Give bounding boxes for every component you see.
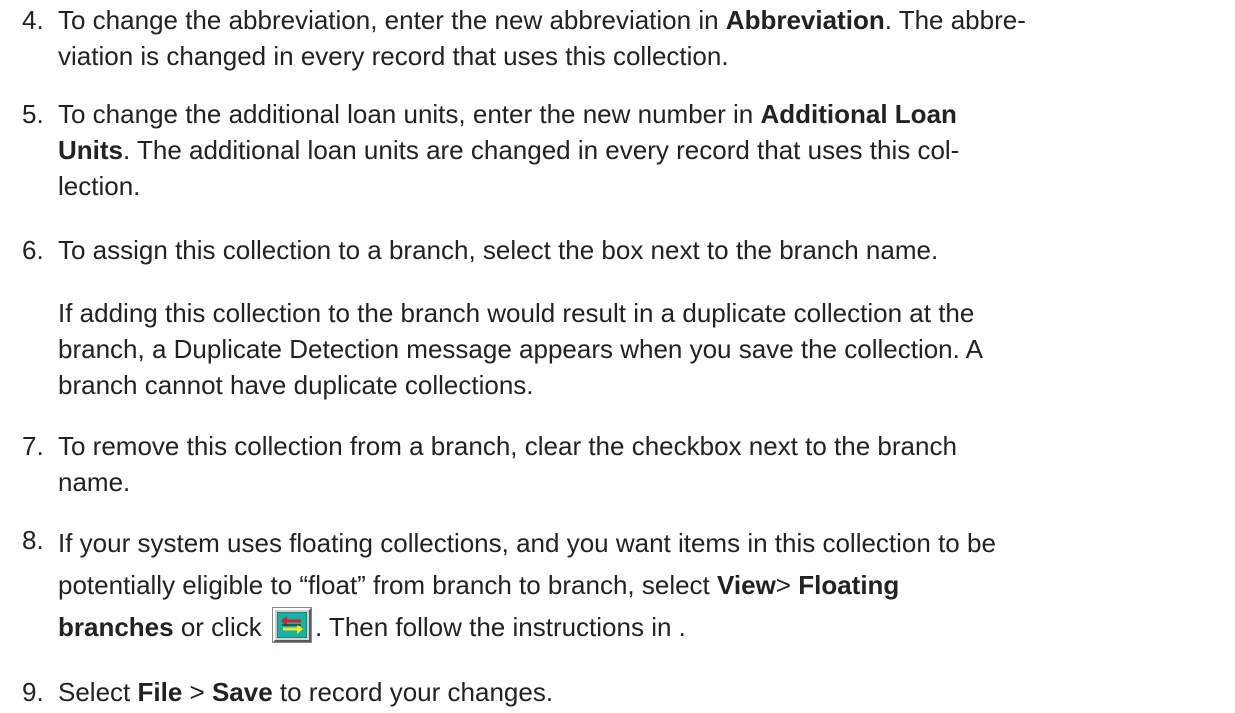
step-number: 4.	[22, 5, 44, 35]
step-number: 7.	[22, 431, 44, 461]
note-line: branch cannot have duplicate collections…	[58, 370, 534, 400]
step-text-run: If your system uses floating collections…	[58, 528, 996, 558]
step-text: To assign this collection to a branch, s…	[58, 232, 1230, 268]
step-text-run: Select	[58, 677, 138, 707]
ui-term: File	[137, 677, 183, 707]
step-text-run: To assign this collection to a branch, s…	[58, 235, 939, 265]
step-text-run: >	[775, 570, 799, 600]
ui-term: Additional Loan	[760, 99, 957, 129]
step-text-run: To change the additional loan units, ent…	[58, 99, 761, 129]
step-text-run: to record your changes.	[272, 677, 554, 707]
step-text-run: To change the abbreviation, enter the ne…	[58, 5, 726, 35]
ui-term: branches	[58, 612, 174, 642]
ui-term: Save	[211, 677, 273, 707]
document-page: 4. To change the abbreviation, enter the…	[0, 0, 1235, 713]
step-text: To change the additional loan units, ent…	[58, 96, 1230, 204]
step-text-run: potentially eligible to “float” from bra…	[58, 570, 718, 600]
ui-term: Floating	[798, 570, 900, 600]
step-text-run: name.	[58, 467, 131, 497]
step-text-run: viation is changed in every record that …	[58, 41, 729, 71]
step-text-run: >	[182, 677, 212, 707]
step-text: Select File > Save to record your change…	[58, 674, 1230, 710]
step-text-run: . The abbre-	[884, 5, 1026, 35]
ui-term: Abbreviation	[725, 5, 885, 35]
note-line: If adding this collection to the branch …	[58, 298, 975, 328]
note-line: branch, a Duplicate Detection message ap…	[58, 334, 983, 364]
step-text-run: or click	[173, 612, 269, 642]
step-text: If your system uses floating collections…	[58, 522, 1230, 648]
floating-branches-icon	[271, 607, 312, 643]
step-text-run: To remove this collection from a branch,…	[58, 431, 957, 461]
step-text-run: . The additional loan units are changed …	[123, 135, 960, 165]
ui-term: Units	[58, 135, 123, 165]
step-number: 6.	[22, 235, 44, 265]
step-6-note: If adding this collection to the branch …	[58, 295, 1230, 403]
step-number: 9.	[22, 677, 44, 707]
ui-term: View	[717, 570, 776, 600]
step-number: 5.	[22, 99, 44, 129]
step-text: To remove this collection from a branch,…	[58, 428, 1230, 500]
step-text-run: . Then follow the instructions in .	[314, 612, 686, 642]
step-text-run: lection.	[58, 171, 141, 201]
step-number: 8.	[22, 525, 44, 555]
step-text: To change the abbreviation, enter the ne…	[58, 2, 1230, 74]
